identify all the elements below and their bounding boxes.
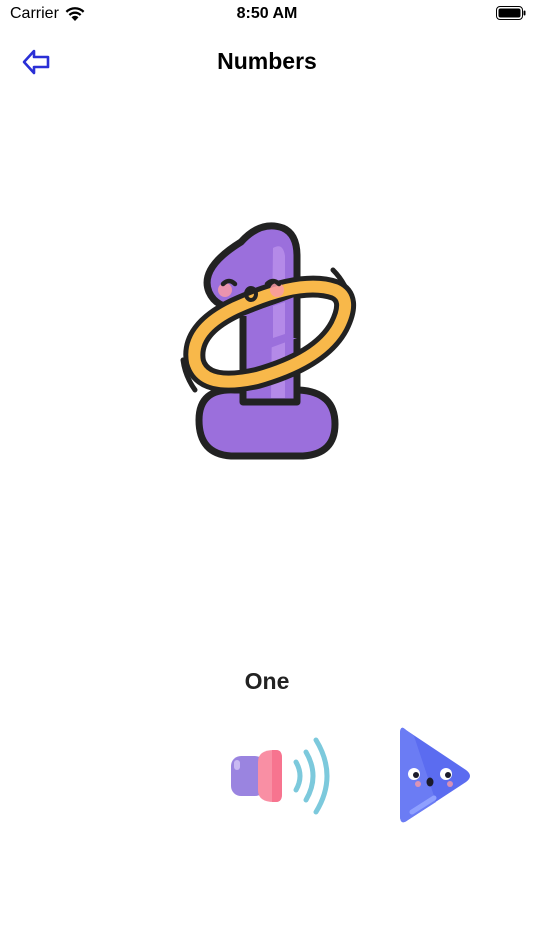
number-word-label: One <box>244 668 290 694</box>
speaker-icon <box>231 737 330 815</box>
number-one-character-illustration <box>180 222 356 460</box>
page-title: Numbers <box>217 48 317 74</box>
pronounce-button[interactable] <box>228 732 340 820</box>
battery-icon <box>496 6 526 20</box>
play-button[interactable] <box>392 720 476 830</box>
status-bar: Carrier 8:50 AM <box>0 0 534 28</box>
navigation-bar: Numbers <box>0 36 534 88</box>
play-icon <box>400 727 470 823</box>
status-time: 8:50 AM <box>236 5 298 22</box>
